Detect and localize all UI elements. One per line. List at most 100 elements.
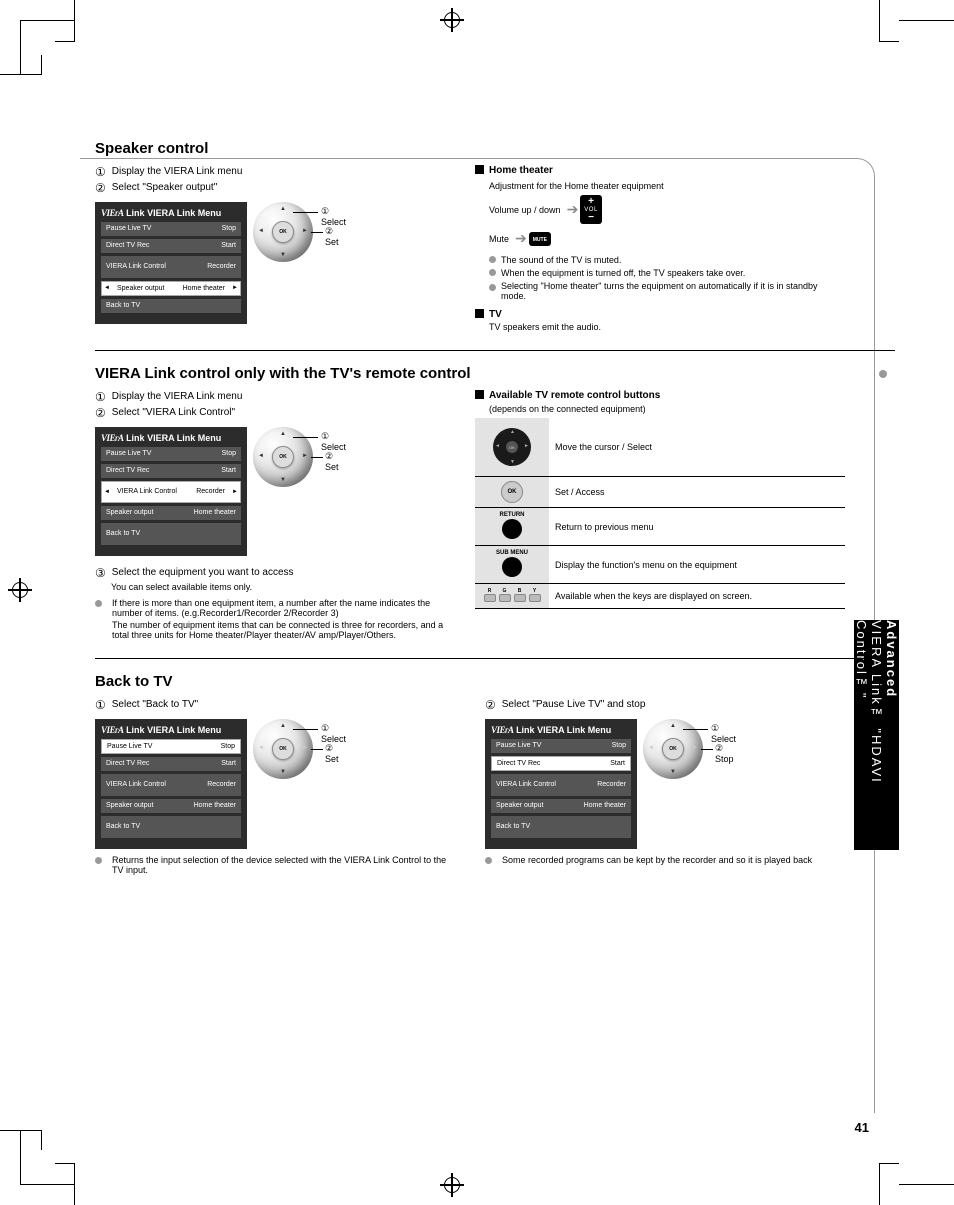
- viera-link-control-section: VIERA Link control only with the TV's re…: [95, 365, 895, 640]
- pad-label: ① Select: [321, 206, 346, 227]
- ok-button-icon: OK: [272, 221, 294, 243]
- color-buttons-icon: R G B Y: [481, 588, 543, 604]
- step-num: ③: [95, 566, 106, 580]
- down-arrow-icon: ▼: [280, 252, 286, 258]
- menu-title: VIEᴦA Link VIERA Link Menu: [101, 725, 241, 735]
- menu-row: Direct TV RecStart: [101, 464, 241, 478]
- ok-button-icon: OK: [272, 446, 294, 468]
- dot-bullet-icon: [489, 284, 496, 291]
- footnote-text: If there is more than one equipment item…: [112, 598, 450, 618]
- footnote-text: Returns the input selection of the devic…: [112, 855, 450, 875]
- step-num: ①: [95, 390, 106, 404]
- menu-row: VIERA Link ControlRecorder: [101, 256, 241, 278]
- viera-link-menu: VIEᴦA Link VIERA Link Menu Pause Live TV…: [95, 202, 247, 324]
- menu-title: VIEᴦA Link VIERA Link Menu: [491, 725, 631, 735]
- step-num: ①: [95, 165, 106, 179]
- button-label: SUB MENU: [481, 550, 543, 556]
- mute-button-icon: MUTE: [529, 232, 551, 246]
- back-to-tv-section: Back to TV ①Select "Back to TV" VIEᴦA Li…: [95, 673, 895, 874]
- pad-label: ① Select: [321, 431, 346, 452]
- remote-pad: OK ▲ ▼ ◄ ► ① Select ② Stop: [643, 719, 703, 779]
- crop-mark: [55, 0, 75, 42]
- viera-link-menu: VIEᴦA Link VIERA Link Menu Pause Live TV…: [95, 719, 247, 849]
- dot-bullet-icon: [489, 269, 496, 276]
- step-num: ②: [95, 181, 106, 195]
- left-arrow-icon: ◄: [258, 453, 264, 459]
- body-text: Mute: [489, 234, 509, 244]
- divider: [95, 350, 895, 351]
- menu-row-active: Speaker outputHome theater: [101, 281, 241, 296]
- menu-row: Speaker outputHome theater: [101, 799, 241, 813]
- table-icon-cell: RETURN: [475, 508, 549, 546]
- step-text: Select "Back to TV": [112, 698, 198, 711]
- square-bullet-icon: [475, 165, 484, 174]
- step-text: Display the VIERA Link menu: [112, 165, 243, 178]
- body-text: TV speakers emit the audio.: [489, 322, 845, 332]
- footnote-text: The number of equipment items that can b…: [112, 620, 450, 640]
- arrow-right-icon: ➔: [567, 201, 579, 218]
- right-arrow-icon: ►: [692, 745, 698, 751]
- sub-text: (depends on the connected equipment): [489, 404, 845, 414]
- pad-label: ② Set: [325, 743, 339, 764]
- remote-pad: OK ▲ ▼ ◄ ► ① Select ② Set: [253, 202, 313, 262]
- table-desc: Set / Access: [549, 477, 845, 508]
- crop-mark: [0, 55, 42, 75]
- sub-heading: TV: [489, 309, 502, 320]
- sub-heading: Home theater: [489, 165, 553, 176]
- menu-row: Pause Live TVStop: [101, 447, 241, 461]
- bullet-text: The sound of the TV is muted.: [501, 255, 621, 265]
- dot-bullet-icon: [489, 256, 496, 263]
- body-text: Volume up / down: [489, 205, 561, 215]
- menu-row: Back to TV: [101, 523, 241, 545]
- table-icon-cell: OK: [475, 477, 549, 508]
- menu-row: Pause Live TVStop: [101, 222, 241, 236]
- menu-title: VIEᴦA Link VIERA Link Menu: [101, 433, 241, 443]
- left-arrow-icon: ◄: [258, 745, 264, 751]
- pad-label: ② Stop: [715, 743, 734, 764]
- registration-mark: [440, 1173, 464, 1197]
- menu-row-active: Direct TV RecStart: [491, 756, 631, 771]
- registration-mark: [8, 578, 32, 602]
- up-arrow-icon: ▲: [280, 206, 286, 212]
- button-label: RETURN: [481, 512, 543, 518]
- table-desc: Available when the keys are displayed on…: [549, 584, 845, 609]
- menu-row: VIERA Link ControlRecorder: [491, 774, 631, 796]
- viera-link-menu: VIEᴦA Link VIERA Link Menu Pause Live TV…: [485, 719, 637, 849]
- dpad-icon: OK ▲▼◄►: [493, 428, 531, 466]
- return-button-icon: [502, 519, 522, 539]
- step-num: ②: [485, 698, 496, 712]
- table-desc: Display the function's menu on the equip…: [549, 546, 845, 584]
- pad-label: ① Select: [711, 723, 736, 744]
- pad-label: ② Set: [325, 451, 339, 472]
- speaker-control-section: Speaker control ①Display the VIERA Link …: [95, 140, 895, 332]
- pad-label: ① Select: [321, 723, 346, 744]
- menu-title: VIEᴦA Link VIERA Link Menu: [101, 208, 241, 218]
- pad-label: ② Set: [325, 226, 339, 247]
- content-area: Speaker control ①Display the VIERA Link …: [95, 140, 895, 893]
- step-text: Select "Pause Live TV" and stop: [502, 698, 646, 711]
- table-icon-cell: R G B Y: [475, 584, 549, 609]
- volume-button-icon: +VOL−: [580, 195, 602, 224]
- crop-mark: [55, 1163, 75, 1205]
- table-icon-cell: OK ▲▼◄►: [475, 418, 549, 477]
- menu-row-active: Pause Live TVStop: [101, 739, 241, 754]
- down-arrow-icon: ▼: [280, 769, 286, 775]
- crop-mark: [899, 20, 954, 75]
- menu-row: Speaker outputHome theater: [101, 506, 241, 520]
- crop-mark: [879, 0, 899, 42]
- right-arrow-icon: ►: [302, 228, 308, 234]
- remote-buttons-table: OK ▲▼◄► Move the cursor / Select OK Set …: [475, 418, 845, 609]
- square-bullet-icon: [475, 309, 484, 318]
- left-arrow-icon: ◄: [258, 228, 264, 234]
- right-arrow-icon: ►: [302, 745, 308, 751]
- crop-mark: [879, 1163, 899, 1205]
- section-title: Back to TV: [95, 673, 895, 690]
- menu-row: Back to TV: [101, 816, 241, 838]
- ok-button-icon: OK: [272, 738, 294, 760]
- footnote-text: Some recorded programs can be kept by th…: [502, 855, 812, 865]
- body-text: Adjustment for the Home theater equipmen…: [489, 181, 845, 191]
- remote-pad: OK ▲ ▼ ◄ ► ① Select ② Set: [253, 719, 313, 779]
- step-num: ②: [95, 406, 106, 420]
- bullet-text: When the equipment is turned off, the TV…: [501, 268, 745, 278]
- up-arrow-icon: ▲: [280, 723, 286, 729]
